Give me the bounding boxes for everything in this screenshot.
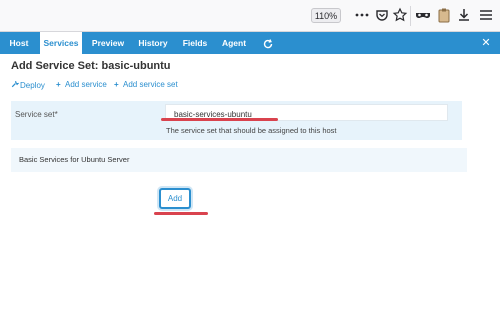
- annotation-underline: [161, 118, 278, 121]
- service-set-label: Service set*: [15, 110, 58, 119]
- deploy-label: Deploy: [20, 81, 45, 90]
- add-service-set-link[interactable]: + Add service set: [114, 80, 178, 89]
- tab-preview[interactable]: Preview: [89, 32, 127, 54]
- zoom-level-badge[interactable]: 110%: [311, 8, 341, 23]
- browser-toolbar: 110%: [0, 0, 500, 32]
- plus-icon: +: [56, 80, 61, 89]
- plus-icon: +: [114, 80, 119, 89]
- add-button[interactable]: Add: [159, 188, 191, 209]
- add-service-set-label: Add service set: [123, 80, 178, 89]
- tab-fields[interactable]: Fields: [179, 32, 211, 54]
- add-service-link[interactable]: + Add service: [56, 80, 107, 89]
- deploy-link[interactable]: Deploy: [11, 80, 45, 90]
- more-icon[interactable]: [354, 7, 370, 23]
- refresh-icon[interactable]: [262, 37, 274, 49]
- clipboard-icon[interactable]: [436, 7, 452, 23]
- annotation-underline: [154, 212, 208, 215]
- page-title: Add Service Set: basic-ubuntu: [11, 60, 171, 72]
- bookmark-star-icon[interactable]: [392, 7, 408, 23]
- close-icon[interactable]: ✕: [480, 36, 492, 50]
- tab-host[interactable]: Host: [5, 32, 33, 54]
- toolbar-divider: [410, 6, 411, 26]
- service-set-description: Basic Services for Ubuntu Server: [19, 155, 130, 164]
- tab-agent[interactable]: Agent: [218, 32, 250, 54]
- wrench-icon: [11, 80, 20, 90]
- service-set-description-row: Basic Services for Ubuntu Server: [11, 148, 467, 172]
- pocket-icon[interactable]: [374, 7, 390, 23]
- tab-services[interactable]: Services: [40, 32, 82, 54]
- add-service-label: Add service: [65, 80, 107, 89]
- app-nav-bar: Host Services Preview History Fields Age…: [0, 32, 500, 54]
- tab-history[interactable]: History: [135, 32, 171, 54]
- mask-icon[interactable]: [415, 7, 431, 23]
- menu-icon[interactable]: [478, 7, 494, 23]
- download-icon[interactable]: [456, 7, 472, 23]
- service-set-help-text: The service set that should be assigned …: [166, 126, 337, 135]
